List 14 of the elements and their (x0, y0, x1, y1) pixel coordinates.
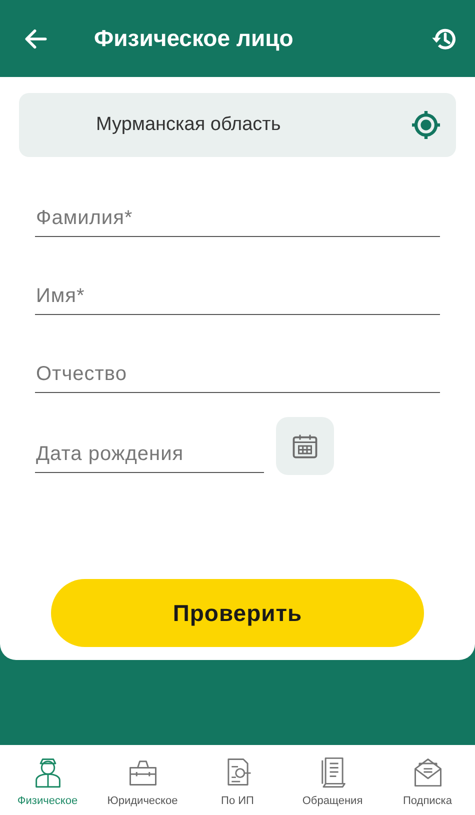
location-icon[interactable] (410, 109, 442, 141)
calendar-button[interactable] (276, 417, 334, 475)
input-field[interactable]: Отчество (35, 357, 440, 393)
input-field[interactable]: Имя* (35, 279, 440, 315)
nav-tab[interactable]: Физическое (0, 745, 95, 815)
nav-tab[interactable]: По ИП (190, 745, 285, 815)
input-field[interactable]: Фамилия* (35, 201, 440, 237)
screen-title: Физическое лицо (94, 25, 294, 52)
nav-tab[interactable]: Юридическое (95, 745, 190, 815)
date-field[interactable]: Дата рождения (35, 437, 264, 473)
region-selector[interactable]: Мурманская область (19, 93, 456, 157)
check-button[interactable]: Проверить (51, 579, 424, 647)
nav-tab[interactable]: Обращения (285, 745, 380, 815)
nav-tab[interactable]: Подписка (380, 745, 475, 815)
